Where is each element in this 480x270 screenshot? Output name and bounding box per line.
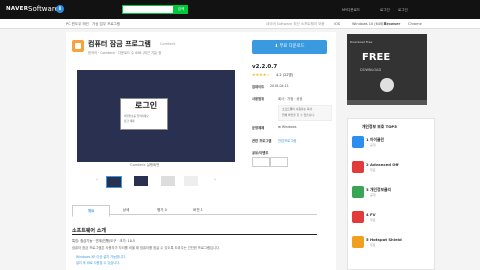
tops-title: 개인정보 보호 TOP5	[362, 124, 397, 129]
tab-overview[interactable]: 개요	[72, 205, 110, 217]
intro-features: 특징: 잠금기능 · 연계(진행)도구 · 크기: 10.5	[72, 239, 135, 243]
thumbnail-1[interactable]	[106, 176, 122, 188]
breadcrumb-home[interactable]: PC 윈도우 메인	[66, 22, 89, 27]
intro-bullet-2: 설치 후 바로 사용할 수 있습니다.	[76, 261, 121, 265]
top-app-rank: 1	[366, 137, 369, 142]
thumbnail-3[interactable]	[161, 176, 175, 186]
my-download-link[interactable]: MY다운로드	[342, 8, 360, 13]
top-app-name[interactable]: FV	[370, 212, 376, 217]
naver-logo[interactable]: NAVER	[6, 6, 28, 12]
top-app-icon[interactable]	[352, 186, 364, 198]
app-meta: 한국어 · Comteck · 다운로드 수 698 (최근 7일) 등	[88, 51, 162, 55]
ad-sub: DOWNLOAD	[360, 68, 382, 72]
version-label: v2.2.0.7	[252, 64, 278, 70]
license-label: 사용범위	[252, 97, 265, 101]
login-line-2: 잠금 해제	[124, 120, 135, 123]
promo-link[interactable]: 네이버 Software 최신 소프트웨어 모음	[266, 22, 325, 27]
tab-review[interactable]: 평가 0	[144, 205, 180, 215]
share-label: 공유/이벤트	[252, 151, 269, 155]
top-app-sub: 공개	[370, 143, 376, 147]
login-text: 로그인	[135, 101, 158, 110]
os-value-text: Windows	[281, 125, 297, 129]
intro-title: 소프트웨어 소개	[72, 228, 106, 234]
prev-arrow-icon[interactable]: ‹	[96, 177, 98, 183]
top-app-rank: 5	[366, 237, 369, 242]
ad-headline: FREE	[362, 52, 391, 63]
top-app-sub: 무료	[370, 243, 376, 247]
notice-line-1: 소프트웨어 사용자는 회사 ·	[282, 107, 314, 111]
tab-version[interactable]: 버전 1	[180, 205, 216, 215]
license-value: 회사 · 가정 · 공공	[278, 97, 303, 101]
related-label: 관련 프로그램	[252, 139, 272, 143]
os-label: 운영체제	[252, 126, 265, 130]
event-button[interactable]	[270, 157, 288, 167]
related-link[interactable]: 관련프로그램	[278, 138, 296, 143]
top-app-rank: 3	[366, 187, 369, 192]
top-app-icon[interactable]	[352, 211, 364, 223]
dvd-icon	[380, 78, 394, 92]
tab-review-count: 0	[164, 208, 167, 212]
top-app-sub: 무료	[370, 218, 376, 222]
tab-review-label: 평가	[157, 208, 164, 212]
developer-tag[interactable]: Comteck	[160, 42, 175, 46]
download-circle-icon: ⬇	[56, 5, 64, 13]
tab-version-label: 버전	[193, 208, 200, 212]
top-app-name[interactable]: Hotspot Shield	[370, 237, 402, 242]
rating-count: (22명)	[282, 72, 294, 77]
page-title: 컴퓨터 잠금 프로그램	[88, 40, 151, 48]
intro-bullet-1: Windows XP 이상 설치 가능합니다.	[76, 255, 126, 259]
rating-value: 4.2	[276, 72, 282, 77]
top-app-icon[interactable]	[352, 136, 364, 148]
screenshot-caption: Comteck 실행화면	[130, 163, 160, 167]
ad-header: Download Free	[350, 40, 373, 44]
os-ios[interactable]: iOS	[334, 22, 340, 26]
notice-line-2: 업체 확인을 할 수 있습니다.	[282, 113, 315, 117]
update-label: 업데이트	[252, 85, 265, 89]
search-button[interactable]: 검색	[174, 4, 188, 14]
app-icon	[72, 40, 84, 52]
top-app-name[interactable]: Advanced Off	[370, 162, 399, 167]
software-logo[interactable]: Software	[28, 5, 59, 13]
top-bar	[0, 0, 480, 19]
download-button-label: 무료 다운로드	[279, 44, 305, 49]
os-browser[interactable]: Browser	[384, 22, 400, 26]
rating-stars: ★★★★☆	[252, 72, 270, 77]
top-app-rank: 2	[366, 162, 369, 167]
os-value: ⊞ Windows	[278, 125, 297, 129]
rating-score: 4.2 (22명)	[276, 73, 293, 78]
tab-detail[interactable]: 상세	[108, 205, 144, 215]
login-line-1: 비밀번호를 입력하세요	[124, 115, 149, 118]
breadcrumb-category[interactable]: 가상 업무 프로그램	[92, 22, 120, 27]
ad-bar	[347, 100, 427, 105]
update-date: 2018.04.11	[270, 84, 289, 88]
search-input[interactable]	[122, 4, 174, 14]
intro-divider	[72, 234, 317, 235]
download-button[interactable]: ⬇ 무료 다운로드	[252, 40, 327, 54]
tab-version-count: 1	[200, 208, 203, 212]
os-chrome[interactable]: Chrome	[408, 22, 422, 26]
os-windows[interactable]: Windows 10 (64비트)	[352, 22, 388, 27]
top-app-icon[interactable]	[352, 161, 364, 173]
thumbnail-4[interactable]	[184, 176, 198, 186]
thumbnail-2[interactable]	[134, 176, 148, 186]
next-arrow-icon[interactable]: ›	[214, 177, 216, 183]
top-app-sub: 무료	[370, 168, 376, 172]
login-link-2[interactable]: 로그인	[398, 8, 408, 13]
share-button[interactable]	[252, 157, 270, 167]
top-app-sub: 공개	[370, 193, 376, 197]
intro-description: 컴퓨터 잠금 프로그램은 사용자가 자리를 비울 때 컴퓨터를 잠글 수 있도록…	[72, 246, 221, 250]
top-app-rank: 4	[366, 212, 369, 217]
top-app-icon[interactable]	[352, 236, 364, 248]
login-link[interactable]: 로그인	[380, 8, 390, 13]
